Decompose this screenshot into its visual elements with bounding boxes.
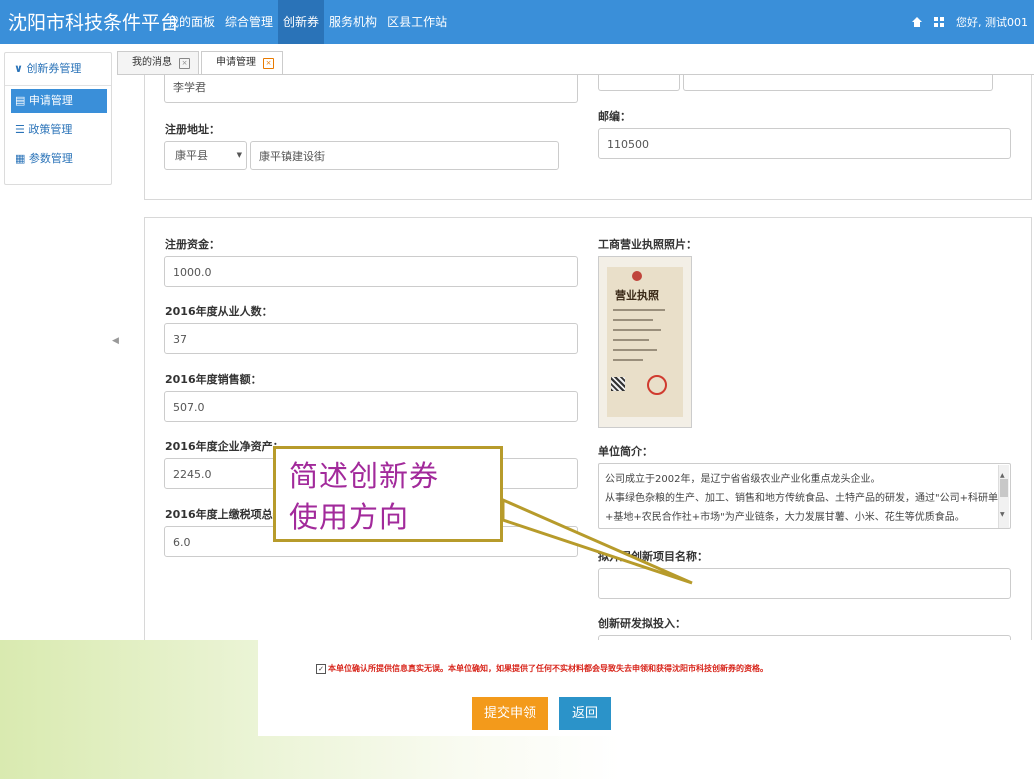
back-button[interactable]: 返回: [559, 697, 611, 730]
footer-card: [258, 640, 1034, 736]
annotation-line: 使用方向: [289, 500, 410, 534]
agreement-row[interactable]: ✓ 本单位确认所提供信息真实无误。本单位确知，如果提供了任何不实材料都会导致失去…: [316, 663, 768, 674]
agree-checkbox[interactable]: ✓: [316, 663, 326, 674]
agreement-text: 本单位确认所提供信息真实无误。本单位确知，如果提供了任何不实材料都会导致失去申领…: [328, 664, 768, 673]
annotation-line: 简述创新券: [289, 459, 440, 493]
submit-button[interactable]: 提交申领: [472, 697, 548, 730]
annotation-callout: 简述创新券 使用方向: [273, 446, 503, 542]
